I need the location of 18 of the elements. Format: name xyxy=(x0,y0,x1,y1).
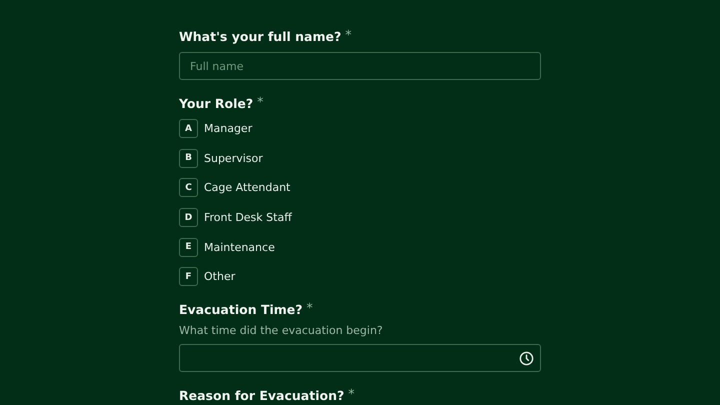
required-mark: * xyxy=(306,302,313,314)
role-option[interactable]: E Maintenance xyxy=(179,238,275,257)
clock-icon[interactable] xyxy=(519,350,534,366)
required-mark: * xyxy=(257,96,264,108)
name-field[interactable]: Full name xyxy=(179,52,541,80)
question-label: Your Role? xyxy=(179,96,254,112)
time-field[interactable] xyxy=(179,344,541,372)
role-option[interactable]: D Front Desk Staff xyxy=(179,208,292,228)
role-option[interactable]: B Supervisor xyxy=(179,148,263,168)
role-option[interactable]: A Manager xyxy=(179,119,252,138)
question-label: What's your full name? xyxy=(179,29,342,45)
help-text: What time did the evacuation begin? xyxy=(179,324,384,338)
role-option[interactable]: F Other xyxy=(179,267,236,286)
required-mark: * xyxy=(348,388,354,400)
question-label: Reason for Evacuation? xyxy=(179,388,344,404)
required-mark: * xyxy=(345,29,352,41)
role-option[interactable]: C Cage Attendant xyxy=(179,178,290,198)
question-label: Evacuation Time? xyxy=(179,302,303,318)
